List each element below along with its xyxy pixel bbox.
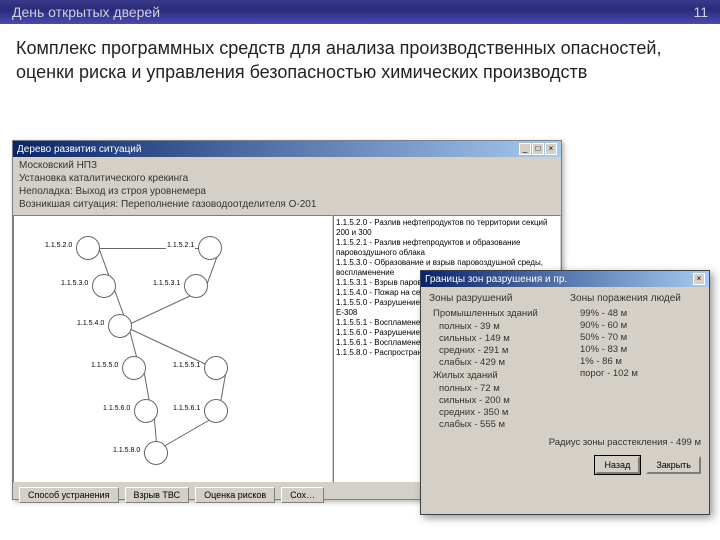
tree-node[interactable]: [198, 236, 222, 260]
radius-label: Радиус зоны расстекления - 499 м: [421, 437, 709, 452]
list-item[interactable]: 1.1.5.2.1 - Разлив нефтепродуктов и обра…: [336, 238, 558, 258]
tree-node[interactable]: [204, 356, 228, 380]
header-left: День открытых дверей: [12, 4, 160, 20]
close-button[interactable]: Закрыть: [646, 456, 701, 474]
unit-label: Установка каталитического крекинга: [19, 173, 555, 184]
save-button[interactable]: Сох…: [281, 487, 324, 503]
tree-node[interactable]: [184, 274, 208, 298]
node-label: 1.1.5.5.1: [172, 362, 201, 369]
node-label: 1.1.5.8.0: [112, 447, 141, 454]
group-label: Жилых зданий: [429, 370, 560, 381]
explosion-button[interactable]: Взрыв ТВС: [125, 487, 190, 503]
minimize-icon[interactable]: _: [519, 143, 531, 155]
window-title: Дерево развития ситуаций: [17, 144, 141, 155]
node-label: 1.1.5.2.0: [44, 242, 73, 249]
back-button[interactable]: Назад: [595, 456, 641, 474]
casualty-column: Зоны поражения людей 99% - 48 м 90% - 60…: [570, 293, 701, 431]
value-row: слабых - 555 м: [429, 419, 560, 430]
fault-label: Неполадка: Выход из строя уровнемера: [19, 186, 555, 197]
value-row: средних - 350 м: [429, 407, 560, 418]
node-label: 1.1.5.3.0: [60, 280, 89, 287]
col-header: Зоны поражения людей: [570, 293, 701, 304]
node-label: 1.1.5.6.0: [102, 405, 131, 412]
tree-node[interactable]: [92, 274, 116, 298]
tree-node[interactable]: [108, 314, 132, 338]
value-row: полных - 39 м: [429, 321, 560, 332]
tree-canvas[interactable]: 1.1.5.2.0 1.1.5.2.1 1.1.5.3.0 1.1.5.3.1 …: [13, 215, 333, 483]
maximize-icon[interactable]: □: [532, 143, 544, 155]
node-label: 1.1.5.6.1: [172, 405, 201, 412]
node-label: 1.1.5.2.1: [166, 242, 195, 249]
value-row: средних - 291 м: [429, 345, 560, 356]
value-row: порог - 102 м: [570, 368, 701, 379]
risk-button[interactable]: Оценка рисков: [195, 487, 275, 503]
tree-node[interactable]: [134, 399, 158, 423]
value-row: сильных - 149 м: [429, 333, 560, 344]
group-label: Промышленных зданий: [429, 308, 560, 319]
value-row: 50% - 70 м: [570, 332, 701, 343]
tree-node[interactable]: [204, 399, 228, 423]
tree-node[interactable]: [144, 441, 168, 465]
node-label: 1.1.5.5.0: [90, 362, 119, 369]
value-row: сильных - 200 м: [429, 395, 560, 406]
tree-node[interactable]: [122, 356, 146, 380]
tree-node[interactable]: [76, 236, 100, 260]
col-header: Зоны разрушений: [429, 293, 560, 304]
node-label: 1.1.5.3.1: [152, 280, 181, 287]
window-info: Московский НПЗ Установка каталитического…: [13, 157, 561, 215]
situation-label: Возникшая ситуация: Переполнение газовод…: [19, 199, 555, 210]
close-icon[interactable]: ×: [545, 143, 557, 155]
method-button[interactable]: Способ устранения: [19, 487, 119, 503]
close-icon[interactable]: ×: [693, 273, 705, 285]
titlebar[interactable]: Дерево развития ситуаций _ □ ×: [13, 141, 561, 157]
damage-zones-window: Границы зон разрушения и пр. × Зоны разр…: [420, 270, 710, 515]
node-label: 1.1.5.4.0: [76, 320, 105, 327]
titlebar[interactable]: Границы зон разрушения и пр. ×: [421, 271, 709, 287]
destruction-column: Зоны разрушений Промышленных зданий полн…: [429, 293, 560, 431]
value-row: полных - 72 м: [429, 383, 560, 394]
page-title: Комплекс программных средств для анализа…: [0, 24, 720, 93]
plant-label: Московский НПЗ: [19, 160, 555, 171]
value-row: 90% - 60 м: [570, 320, 701, 331]
slide-header: День открытых дверей 11: [0, 0, 720, 24]
value-row: 10% - 83 м: [570, 344, 701, 355]
window-title: Границы зон разрушения и пр.: [425, 274, 567, 285]
value-row: 99% - 48 м: [570, 308, 701, 319]
value-row: 1% - 86 м: [570, 356, 701, 367]
value-row: слабых - 429 м: [429, 357, 560, 368]
header-right: 11: [693, 4, 708, 20]
list-item[interactable]: 1.1.5.2.0 - Разлив нефтепродуктов по тер…: [336, 218, 558, 238]
